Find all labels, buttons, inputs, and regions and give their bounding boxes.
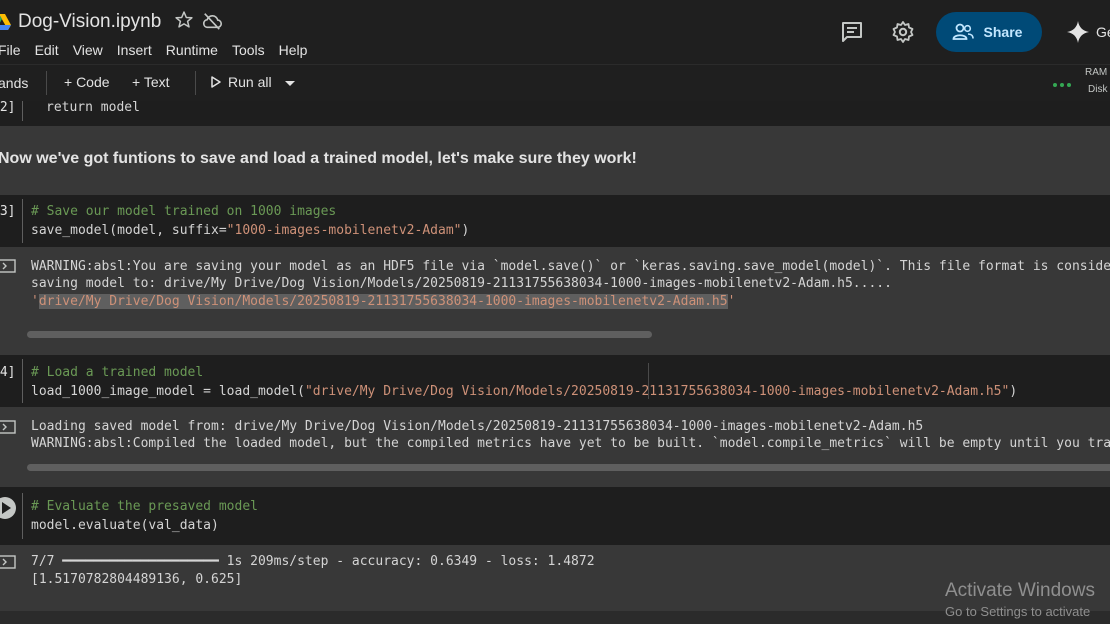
add-code-button[interactable]: + Code [64,74,110,90]
gutter-line [22,199,23,243]
code-comment: # Evaluate the presaved model [31,499,258,514]
output-result: 'drive/My Drive/Dog Vision/Models/202508… [31,294,735,309]
menu-edit[interactable]: Edit [35,42,59,58]
text-cursor [648,363,649,399]
activate-windows-title: Activate Windows [945,580,1095,601]
toolbar-divider [46,71,47,95]
output-progress-line: 7/7 ━━━━━━━━━━━━━━━━━━━━ 1s 209ms/step -… [31,554,595,569]
code-comment: # Save our model trained on 1000 images [31,204,337,219]
run-all-button[interactable]: Run all [211,74,272,90]
output-line: Loading saved model from: drive/My Drive… [31,419,924,434]
code-line: return model [46,100,140,115]
execution-count: 94] [0,365,16,380]
commands-button[interactable]: ands [0,75,28,91]
gutter-line [22,359,23,403]
code-cell[interactable]: 92] return model [0,100,1110,126]
comment-icon[interactable] [840,20,864,44]
gemini-sparkle-icon[interactable] [1066,20,1090,44]
drive-logo[interactable] [0,12,12,32]
bottom-edge [0,611,1110,624]
output-area-load: Loading saved model from: drive/My Drive… [0,407,1110,487]
code-cell-evaluate[interactable]: # Evaluate the presaved model model.eval… [0,487,1110,545]
output-quote: ' [727,294,736,309]
connection-status-icon[interactable] [1053,83,1071,87]
star-icon[interactable] [174,10,194,30]
output-result: [1.5170782804489136, 0.625] [31,572,243,587]
add-text-button[interactable]: + Text [132,74,170,90]
menu-runtime[interactable]: Runtime [166,42,218,58]
output-line: WARNING:absl:You are saving your model a… [31,259,1110,274]
menu-file[interactable]: File [0,42,21,58]
code-line: load_1000_image_model = load_model("driv… [31,384,1017,399]
output-line: saving model to: drive/My Drive/Dog Visi… [31,276,892,291]
output-toggle-icon[interactable] [0,555,16,569]
gutter-line [22,493,23,539]
people-icon [952,23,974,40]
notebook-title[interactable]: Dog-Vision.ipynb [18,11,161,33]
output-quote: ' [31,294,39,309]
gutter-line [22,101,23,121]
play-icon [211,76,221,88]
code-text: ) [1009,384,1018,399]
output-toggle-icon[interactable] [0,420,16,434]
notebook-toolbar: ands + Code + Text Run all [0,64,1110,101]
horizontal-scrollbar[interactable] [27,331,652,338]
menu-insert[interactable]: Insert [117,42,152,58]
ram-indicator[interactable]: RAM [1085,67,1107,78]
share-label: Share [983,24,1023,40]
run-all-label: Run all [228,74,272,90]
gemini-label[interactable]: Ge [1096,24,1110,40]
menu-tools[interactable]: Tools [232,42,265,58]
code-cell-save[interactable]: 93] # Save our model trained on 1000 ima… [0,195,1110,247]
code-cell-load[interactable]: 94] # Load a trained model load_1000_ima… [0,355,1110,407]
code-string: "drive/My Drive/Dog Vision/Models/202508… [304,384,1010,399]
menu-bar: File Edit View Insert Runtime Tools Help [0,42,321,58]
code-string: "1000-images-mobilenetv2-Adam" [226,223,462,238]
code-text: ) [461,223,470,238]
output-toggle-icon[interactable] [0,259,16,273]
toolbar-divider [195,71,196,95]
app-header: Dog-Vision.ipynb File Edit View Insert R… [0,0,1110,64]
code-text: load_1000_image_model = load_model( [31,384,305,399]
code-line: save_model(model, suffix="1000-images-mo… [31,223,469,238]
menu-help[interactable]: Help [279,42,308,58]
share-button[interactable]: Share [936,12,1042,52]
code-line: model.evaluate(val_data) [31,518,219,533]
menu-view[interactable]: View [73,42,103,58]
chevron-down-icon[interactable] [284,80,296,87]
execution-count: 92] [0,100,16,115]
cloud-icon[interactable] [201,11,223,31]
horizontal-scrollbar[interactable] [27,464,1110,471]
output-area-evaluate: 7/7 ━━━━━━━━━━━━━━━━━━━━ 1s 209ms/step -… [0,545,1110,611]
markdown-text: Now we've got funtions to save and load … [0,150,637,167]
execution-count: 93] [0,204,16,219]
activate-windows-subtitle: Go to Settings to activate [945,604,1091,619]
output-area-save: WARNING:absl:You are saving your model a… [0,247,1110,351]
code-text: save_model(model, suffix= [31,223,227,238]
output-path-selected[interactable]: drive/My Drive/Dog Vision/Models/2025081… [38,294,728,309]
disk-indicator[interactable]: Disk [1088,84,1107,95]
output-line: WARNING:absl:Compiled the loaded model, … [31,436,1110,451]
gear-icon[interactable] [891,20,915,44]
code-comment: # Load a trained model [31,365,204,380]
